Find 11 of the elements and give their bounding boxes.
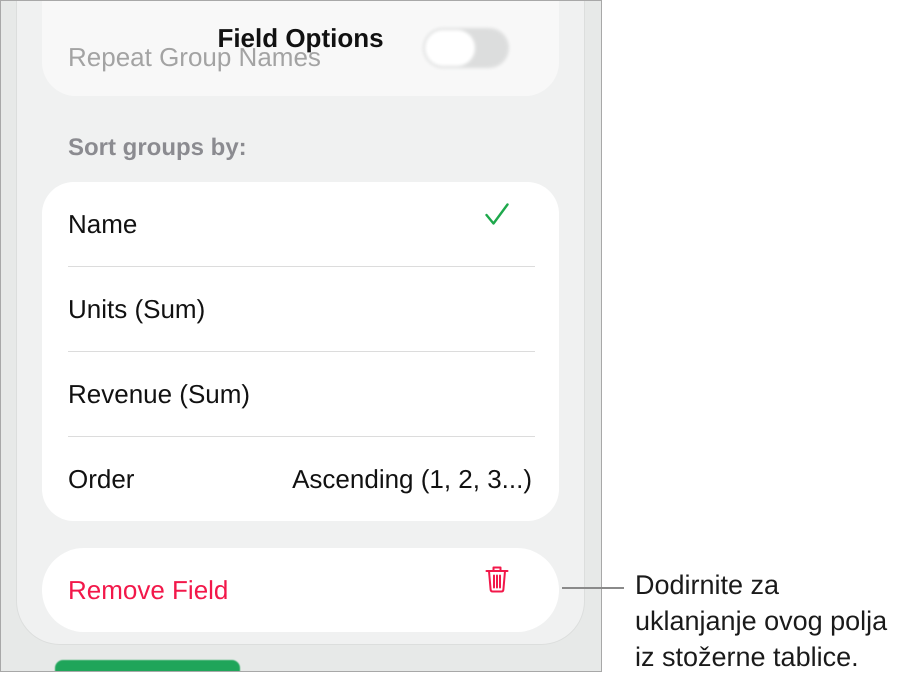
order-value[interactable]: Ascending (1, 2, 3...) (292, 464, 532, 494)
toggle-switch[interactable] (423, 28, 509, 68)
order-label: Order (68, 464, 134, 494)
leader-line (562, 587, 624, 589)
section-label: Sort groups by: (67, 134, 248, 162)
sort-option[interactable]: Units (Sum) (42, 267, 559, 351)
callout-text: Dodirnite za uklanjanje ovog polja iz stožerne tablice. (635, 569, 888, 674)
trash-icon (485, 565, 509, 593)
sort-option[interactable]: Revenue (Sum) (42, 352, 559, 436)
remove-field-button[interactable]: Remove Field (42, 548, 559, 632)
sort-option[interactable]: Name (42, 182, 559, 266)
